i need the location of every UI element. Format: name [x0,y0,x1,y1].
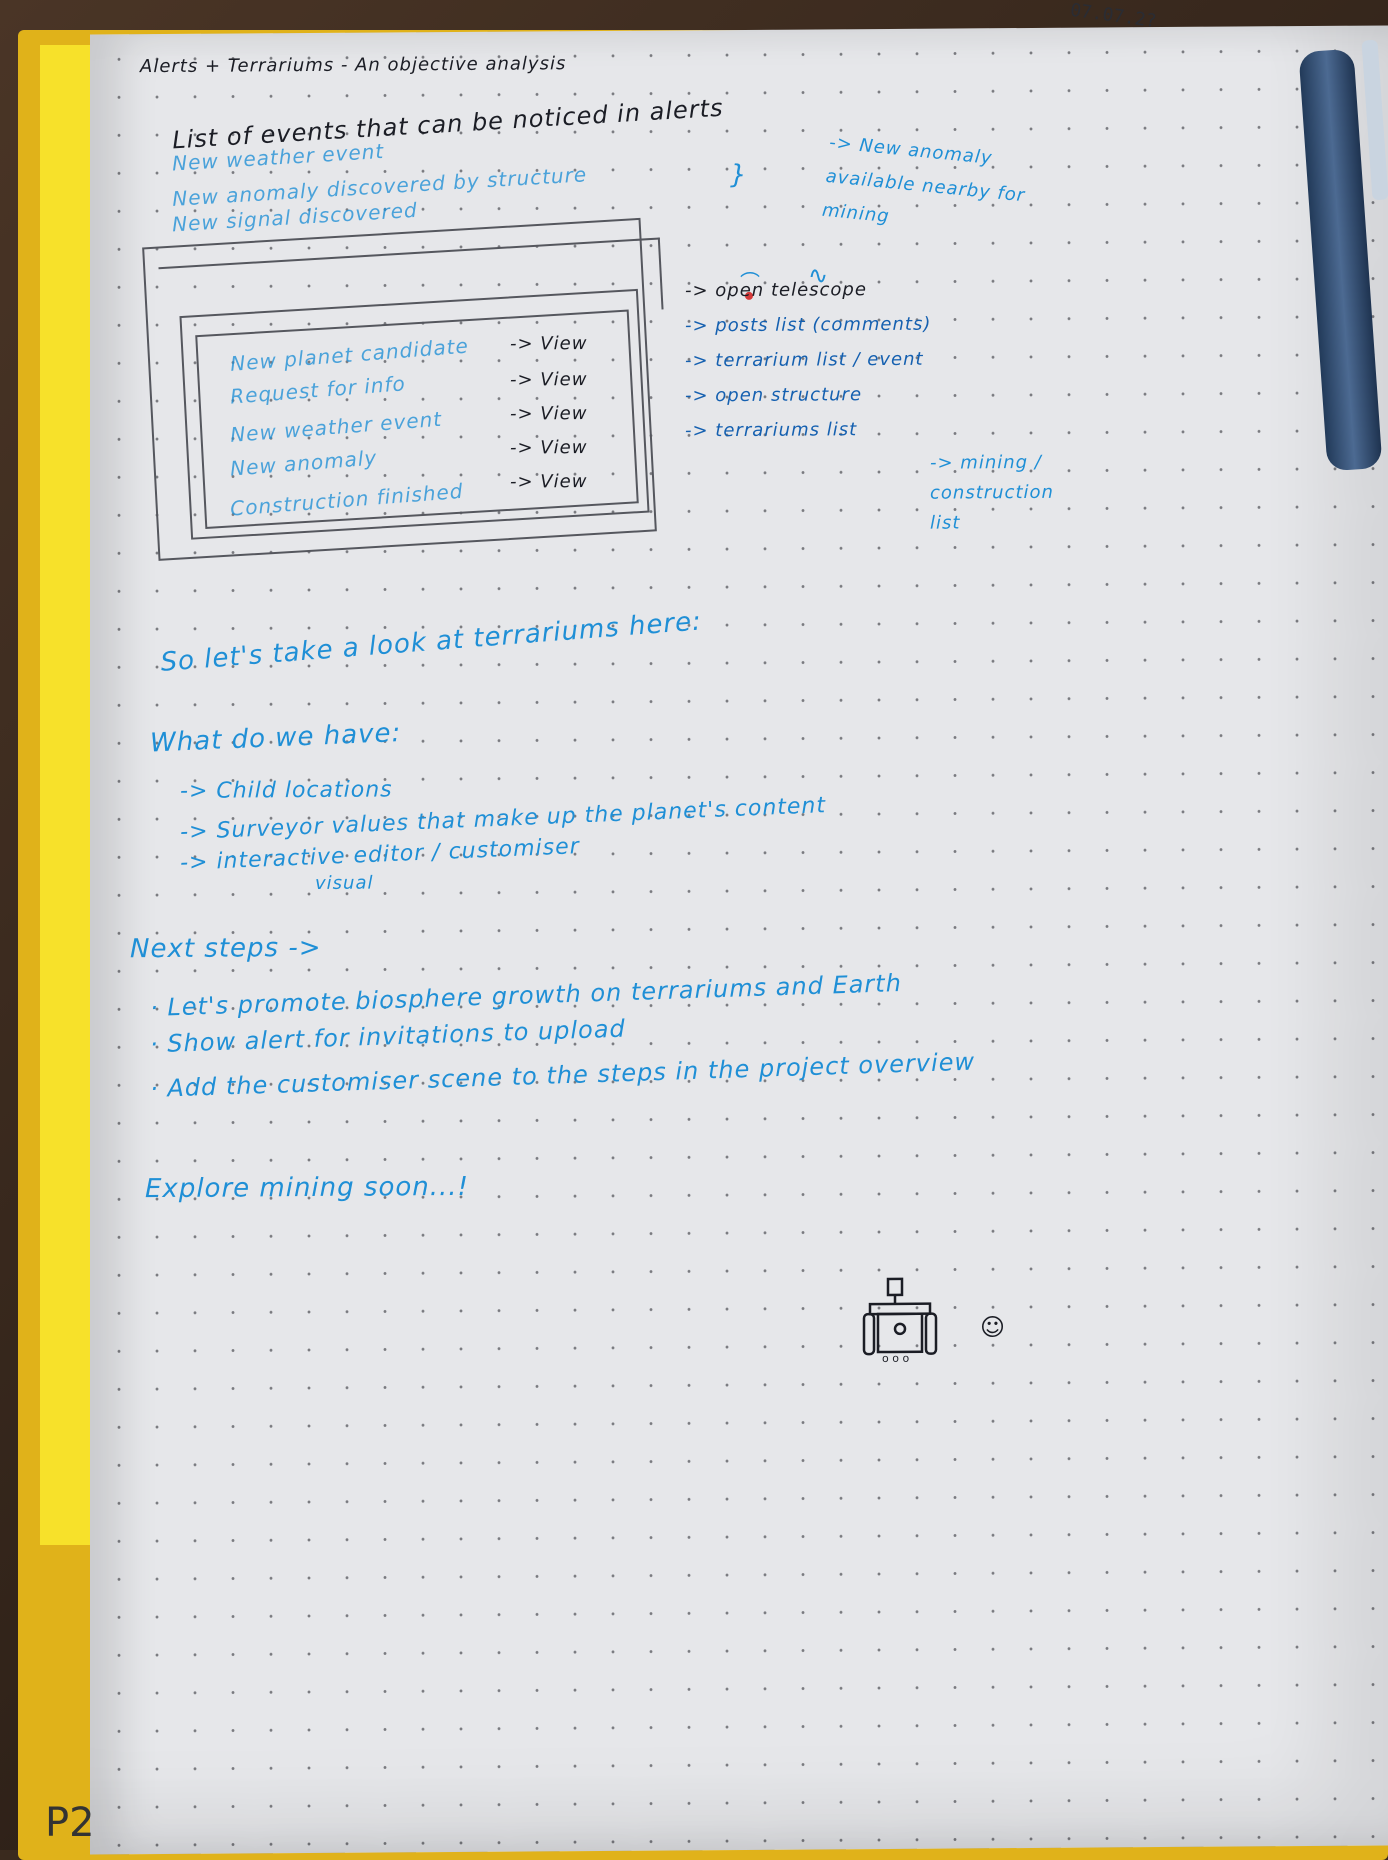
terrarium-question: What do we have: [149,717,402,759]
mockup-row-note: -> open telescope [685,279,867,302]
terrarium-item: -> Child locations [180,777,393,804]
terrarium-intro: So let's take a look at terrariums here: [159,606,703,678]
terrarium-subnote: visual [315,872,374,894]
next-step-item: · Let's promote biosphere growth on terr… [149,969,903,1022]
next-steps-heading: Next steps -> [130,932,322,965]
mockup-row-note: -> terrarium list / event [685,348,924,372]
page-title: Alerts + Terrariums - An objective analy… [140,53,567,78]
brace-note: -> New anomaly available nearby for mini… [821,132,1027,228]
mockup-view-link: -> View [510,333,588,355]
mockup-row-note: -> terrariums list [685,419,858,442]
mockup-view-link: -> View [510,437,588,459]
robot-doodle: o o o [862,1277,938,1365]
closing-note: Explore mining soon...! [145,1171,469,1205]
notebook-page: Alerts + Terrariums - An objective analy… [90,0,1388,1855]
smiley-icon: ☺ [980,1313,1007,1342]
next-step-item: · Add the customiser scene to the steps … [149,1047,976,1103]
page-number: P2 [45,1800,95,1846]
mockup-side-note: -> mining / construction list [930,451,1054,534]
svg-text:o o o: o o o [882,1352,909,1365]
events-heading: List of events that can be noticed in al… [171,93,725,155]
mockup-row-note: -> posts list (comments) [685,313,932,337]
mockup-row-note: -> open structure [685,384,863,407]
mockup-view-link: -> View [510,403,588,425]
next-step-item: · Show alert for invitations to upload [149,1014,627,1059]
mockup-view-link: -> View [510,471,588,493]
brace-glyph: } [730,159,748,191]
mockup-view-link: -> View [510,369,588,391]
